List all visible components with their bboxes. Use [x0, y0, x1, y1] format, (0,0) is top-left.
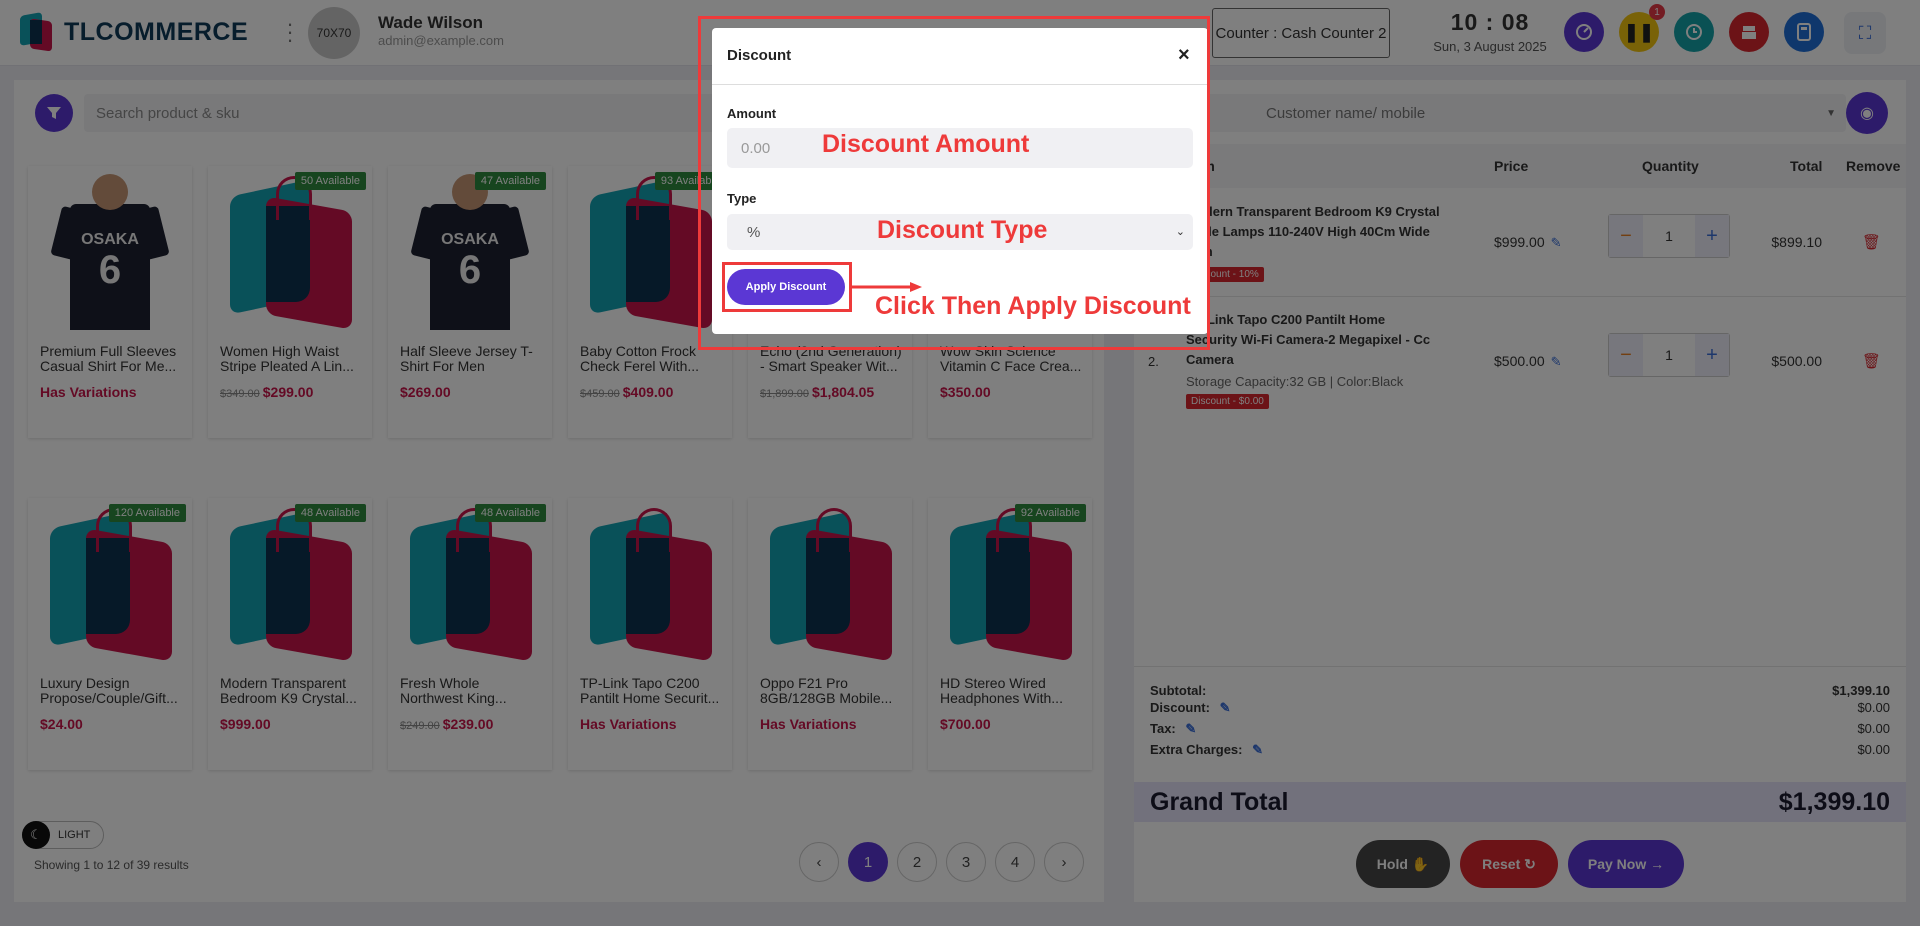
annotation-amount: Discount Amount: [822, 130, 1030, 158]
annotation-apply-highlight: [722, 262, 852, 312]
annotation-type: Discount Type: [877, 216, 1048, 244]
annotation-arrow-icon: [852, 282, 922, 292]
annotation-apply: Click Then Apply Discount: [875, 292, 1191, 320]
